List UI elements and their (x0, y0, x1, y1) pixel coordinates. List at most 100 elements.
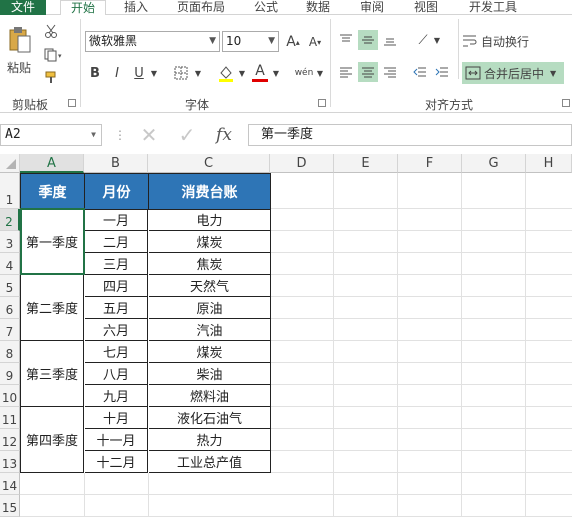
select-all-corner[interactable] (0, 154, 20, 173)
font-name-combo[interactable]: 微软雅黑 ▼ (85, 31, 220, 52)
ledger-cell[interactable]: 燃料油 (149, 385, 271, 407)
tab-insert[interactable]: 插入 (118, 0, 154, 15)
clipboard-launcher-icon[interactable] (68, 99, 76, 107)
cancel-icon[interactable]: ✕ (134, 123, 164, 147)
ledger-cell[interactable]: 柴油 (149, 363, 271, 385)
ledger-cell[interactable]: 液化石油气 (149, 407, 271, 429)
tab-developer[interactable]: 开发工具 (462, 0, 524, 15)
month-cell[interactable]: 六月 (85, 319, 148, 341)
align-top-icon[interactable] (336, 30, 356, 50)
quarter-cell[interactable]: 第四季度 (21, 407, 84, 473)
underline-button[interactable]: U (130, 63, 148, 83)
ledger-cell[interactable]: 热力 (149, 429, 271, 451)
grow-font-icon[interactable]: A ▴ (284, 32, 302, 52)
column-header[interactable]: E (334, 154, 398, 173)
month-cell[interactable]: 四月 (85, 275, 148, 297)
chevron-down-icon[interactable]: ▼ (550, 69, 556, 78)
month-cell[interactable]: 九月 (85, 385, 148, 407)
tab-data[interactable]: 数据 (300, 0, 336, 15)
orientation-icon[interactable]: ⟋ (412, 30, 434, 50)
format-painter-icon[interactable] (42, 69, 60, 85)
column-header[interactable]: C (148, 154, 270, 173)
ledger-cell[interactable]: 天然气 (149, 275, 271, 297)
worksheet-grid[interactable]: ABCDEFGH 1 2 3 4 5 6 7 8 9 10 11 12 13 14 15 季度 月份 消费台账第… (0, 154, 572, 517)
tab-file[interactable]: 文件 (0, 0, 46, 15)
row-header[interactable]: 4 (0, 253, 20, 275)
insert-function-button[interactable]: fx (208, 124, 240, 146)
chevron-down-icon[interactable]: ▼ (236, 63, 248, 83)
tab-review[interactable]: 审阅 (354, 0, 390, 15)
row-header[interactable]: 10 (0, 385, 20, 407)
borders-icon[interactable] (172, 64, 190, 82)
fill-color-icon[interactable] (216, 63, 236, 83)
row-header[interactable]: 8 (0, 341, 20, 363)
align-left-icon[interactable] (336, 62, 356, 82)
ledger-cell[interactable]: 电力 (149, 209, 271, 231)
column-header[interactable]: A (20, 154, 84, 173)
alignment-launcher-icon[interactable] (562, 99, 570, 107)
chevron-down-icon[interactable]: ▼ (314, 63, 326, 83)
copy-icon[interactable]: ▾ (42, 47, 66, 63)
align-center-icon[interactable] (358, 62, 378, 82)
ledger-cell[interactable]: 焦炭 (149, 253, 271, 275)
month-cell[interactable]: 三月 (85, 253, 148, 275)
row-header[interactable]: 6 (0, 297, 20, 319)
row-header[interactable]: 1 (0, 173, 20, 209)
row-header[interactable]: 3 (0, 231, 20, 253)
row-header[interactable]: 2 (0, 209, 20, 231)
wrap-text-button[interactable]: 自动换行 (462, 30, 562, 52)
month-cell[interactable]: 十月 (85, 407, 148, 429)
row-header[interactable]: 7 (0, 319, 20, 341)
month-cell[interactable]: 二月 (85, 231, 148, 253)
row-header[interactable]: 13 (0, 451, 20, 473)
month-cell[interactable]: 七月 (85, 341, 148, 363)
align-right-icon[interactable] (380, 62, 400, 82)
quarter-cell[interactable]: 第二季度 (21, 275, 84, 341)
merge-center-button[interactable]: 合并后居中 ▼ (462, 62, 564, 84)
quarter-cell[interactable]: 第三季度 (21, 341, 84, 407)
align-middle-icon[interactable] (358, 30, 378, 50)
name-box[interactable]: A2 ▼ (0, 124, 102, 146)
tab-home[interactable]: 开始 (60, 0, 106, 16)
ledger-cell[interactable]: 汽油 (149, 319, 271, 341)
ledger-cell[interactable]: 煤炭 (149, 231, 271, 253)
chevron-down-icon[interactable]: ▼ (270, 63, 282, 83)
row-header[interactable]: 9 (0, 363, 20, 385)
chevron-down-icon[interactable]: ▼ (148, 63, 160, 83)
ledger-cell[interactable]: 原油 (149, 297, 271, 319)
tab-view[interactable]: 视图 (408, 0, 444, 15)
chevron-down-icon[interactable]: ▼ (192, 63, 204, 83)
font-color-button[interactable]: A (252, 62, 268, 82)
italic-button[interactable]: I (108, 63, 126, 83)
month-cell[interactable]: 十二月 (85, 451, 148, 473)
ledger-cell[interactable]: 煤炭 (149, 341, 271, 363)
row-header[interactable]: 14 (0, 473, 20, 495)
month-cell[interactable]: 十一月 (85, 429, 148, 451)
month-cell[interactable]: 八月 (85, 363, 148, 385)
column-header[interactable]: D (270, 154, 334, 173)
column-header[interactable]: H (526, 154, 572, 173)
chevron-down-icon[interactable]: ▼ (432, 30, 442, 50)
increase-indent-icon[interactable] (432, 62, 452, 82)
font-launcher-icon[interactable] (318, 99, 326, 107)
row-header[interactable]: 12 (0, 429, 20, 451)
month-cell[interactable]: 五月 (85, 297, 148, 319)
enter-icon[interactable]: ✓ (172, 123, 202, 147)
tab-page-layout[interactable]: 页面布局 (170, 0, 232, 15)
align-bottom-icon[interactable] (380, 30, 400, 50)
cut-icon[interactable] (42, 23, 60, 39)
row-header[interactable]: 11 (0, 407, 20, 429)
formula-input[interactable]: 第一季度 (248, 124, 572, 146)
column-header[interactable]: F (398, 154, 462, 173)
paste-button-label[interactable]: 粘贴 (2, 59, 36, 75)
month-cell[interactable]: 一月 (85, 209, 148, 231)
decrease-indent-icon[interactable] (410, 62, 430, 82)
ledger-cell[interactable]: 工业总产值 (149, 451, 271, 473)
column-header[interactable]: G (462, 154, 526, 173)
table-header-cell[interactable]: 季度 (21, 174, 85, 210)
row-header[interactable]: 5 (0, 275, 20, 297)
bold-button[interactable]: B (86, 63, 104, 83)
phonetic-guide-button[interactable]: wén (294, 63, 314, 83)
quarter-cell[interactable]: 第一季度 (21, 209, 84, 275)
shrink-font-icon[interactable]: A ▾ (306, 32, 324, 52)
